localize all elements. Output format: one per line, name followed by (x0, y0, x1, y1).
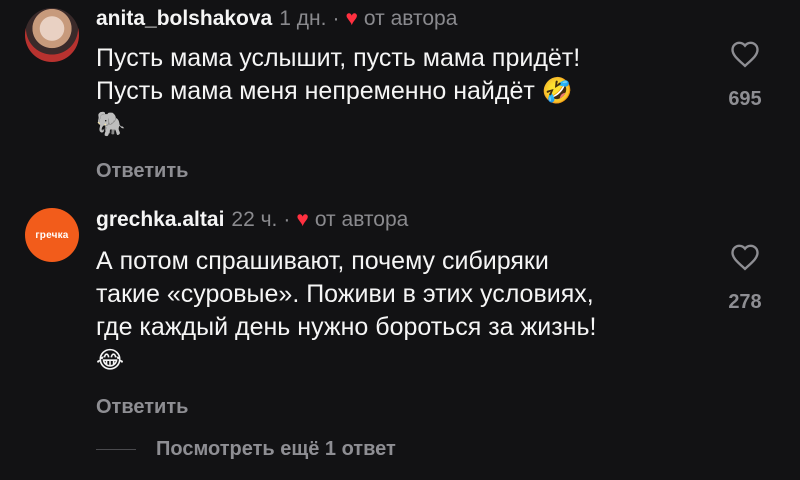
divider (96, 449, 136, 450)
laughing-emoji: 😂 (96, 346, 125, 374)
timestamp: 1 дн. (279, 7, 327, 30)
username[interactable]: grechka.altai (96, 208, 224, 232)
view-more-replies[interactable]: Посмотреть ещё 1 ответ (96, 438, 396, 461)
like-column: 278 (720, 243, 770, 314)
comment-line: где каждый день нужно бороться за жизнь! (96, 313, 597, 341)
like-heart-icon[interactable] (720, 40, 770, 68)
like-count: 278 (728, 291, 762, 313)
separator: · (332, 7, 340, 30)
timestamp: 22 ч. (231, 208, 278, 231)
comment-line: А потом спрашивают, почему сибиряки (96, 247, 549, 275)
reply-button[interactable]: Ответить (96, 160, 188, 183)
comment-text: А потом спрашивают, почему сибиряки таки… (96, 245, 706, 377)
comment-meta: grechka.altai 22 ч. · ♥ от автора (96, 208, 408, 232)
author-badge: от автора (314, 208, 409, 231)
like-count: 695 (728, 88, 762, 110)
like-heart-icon[interactable] (720, 243, 770, 271)
elephant-emoji: 🐘 (96, 110, 126, 138)
view-more-label[interactable]: Посмотреть ещё 1 ответ (156, 438, 396, 461)
author-heart-icon: ♥ (345, 7, 358, 30)
separator: · (283, 208, 291, 231)
comment-line: такие «суровые». Поживи в этих условиях, (96, 280, 594, 308)
comment-meta: anita_bolshakova 1 дн. · ♥ от автора (96, 7, 457, 31)
comment-text: Пусть мама услышит, пусть мама придёт! П… (96, 42, 706, 141)
author-badge: от автора (363, 7, 458, 30)
reply-button[interactable]: Ответить (96, 396, 188, 419)
avatar[interactable]: гречка (25, 208, 79, 262)
avatar[interactable] (25, 8, 79, 62)
comment-line: Пусть мама услышит, пусть мама придёт! (96, 44, 581, 72)
avatar-logo-text: гречка (35, 229, 69, 241)
like-column: 695 (720, 40, 770, 111)
username[interactable]: anita_bolshakova (96, 7, 272, 31)
author-heart-icon: ♥ (296, 208, 309, 231)
comment-line: Пусть мама меня непременно найдёт 🤣 (96, 77, 573, 105)
